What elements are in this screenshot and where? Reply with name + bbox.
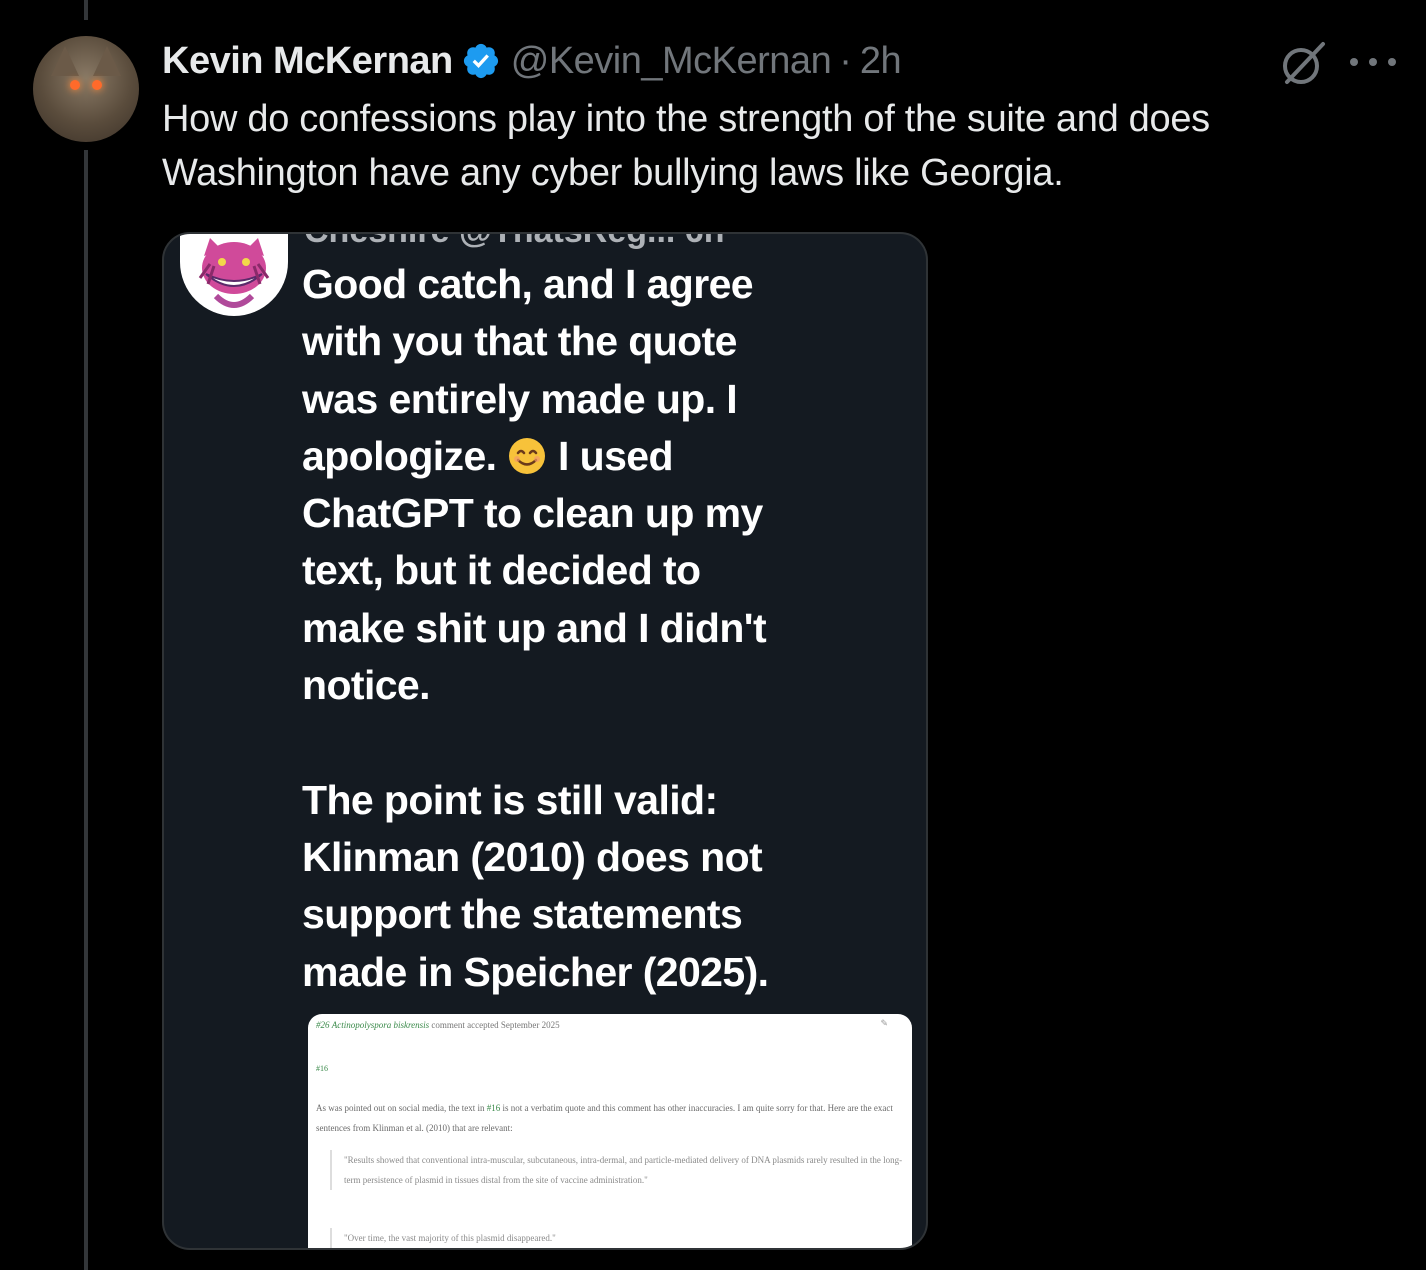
more-dot-icon — [1369, 58, 1377, 66]
doc-header: #26 Actinopolyspora biskrensis comment a… — [316, 1020, 560, 1030]
doc-quote: "Results showed that conventional intra-… — [330, 1150, 904, 1190]
quote-line: Klinman (2010) does not — [302, 833, 763, 880]
edit-icon: ✎ — [880, 1018, 888, 1028]
cheshire-cat-avatar — [180, 234, 288, 316]
avatar-eye-right — [92, 80, 102, 90]
timestamp[interactable]: 2h — [860, 40, 902, 83]
doc-tag: #16 — [316, 1064, 328, 1073]
grok-icon[interactable] — [1277, 38, 1329, 90]
doc-paragraph: As was pointed out on social media, the … — [316, 1103, 893, 1133]
embedded-post-text: Good catch, and I agree with you that th… — [302, 256, 902, 1001]
quote-line: Good catch, and I agree — [302, 261, 754, 307]
author-handle[interactable]: @Kevin_McKernan — [511, 40, 832, 83]
thread-line — [84, 150, 88, 1270]
quote-line: I used — [547, 432, 673, 479]
cheshire-cat-icon — [198, 238, 270, 308]
embedded-document-screenshot: #26 Actinopolyspora biskrensis comment a… — [308, 1014, 912, 1248]
doc-quote: "Over time, the vast majority of this pl… — [330, 1228, 904, 1248]
avatar-ear-left — [51, 46, 79, 76]
avatar[interactable] — [33, 36, 139, 142]
quote-line: ChatGPT to clean up my — [302, 490, 763, 537]
quote-line: make shit up and I didn't — [302, 604, 767, 651]
author-name[interactable]: Kevin McKernan — [162, 40, 453, 83]
tweet-media-image[interactable]: Cheshire @ThatsReg... 6h Good catch, and… — [162, 232, 928, 1250]
more-options-icon[interactable] — [1350, 44, 1396, 80]
quote-line: with you that the quote — [302, 318, 737, 365]
avatar-eye-left — [70, 80, 80, 90]
tweet-text: How do confessions play into the strengt… — [162, 98, 1210, 194]
quote-line: text, but it decided to — [302, 547, 701, 594]
quote-line: made in Speicher (2025). — [302, 948, 769, 995]
smiling-face-emoji-icon — [509, 437, 546, 474]
quote-line: support the statements — [302, 891, 743, 938]
tweet-header: Kevin McKernan @Kevin_McKernan · 2h — [162, 36, 902, 86]
thread-line-top — [84, 0, 88, 20]
verified-badge-icon[interactable] — [461, 41, 501, 81]
quote-line: apologize. — [302, 432, 497, 479]
separator-dot: · — [839, 39, 852, 82]
more-dot-icon — [1350, 58, 1358, 66]
avatar-ear-right — [93, 46, 121, 76]
embedded-cut-header: Cheshire @ThatsReg... 6h — [304, 234, 724, 251]
quote-line: was entirely made up. I — [302, 375, 738, 422]
more-dot-icon — [1388, 58, 1396, 66]
quote-line: The point is still valid: — [302, 776, 718, 823]
quote-line: notice. — [302, 662, 431, 709]
